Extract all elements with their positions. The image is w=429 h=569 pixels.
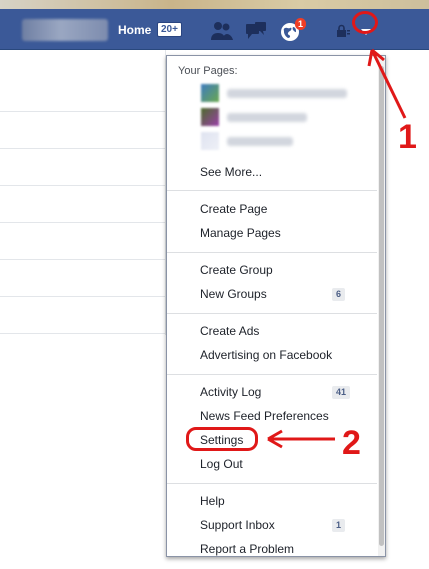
annotation-arrow-1 <box>367 48 407 119</box>
annotation-step-1: 1 <box>398 118 417 156</box>
annotation-arrows <box>267 48 407 449</box>
annotation-step-2: 2 <box>342 424 361 462</box>
annotation-arrow-2 <box>267 429 335 449</box>
